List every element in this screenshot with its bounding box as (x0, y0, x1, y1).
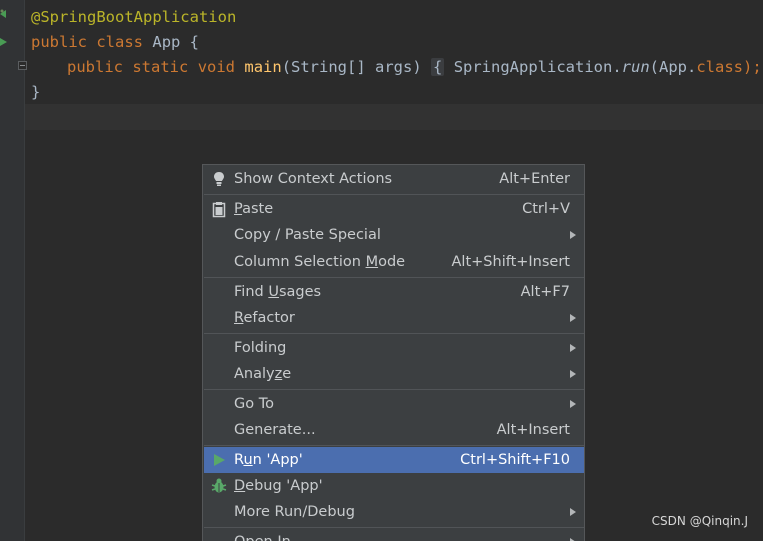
menu-item-generate[interactable]: Generate... Alt+Insert (204, 417, 584, 443)
code-line-closing-brace[interactable]: } (31, 80, 40, 104)
menu-item-analyze[interactable]: Analyze (204, 361, 584, 387)
menu-item-shortcut: Ctrl+Shift+F10 (460, 452, 570, 468)
menu-item-shortcut: Alt+F7 (520, 284, 570, 300)
menu-item-copy-paste-special[interactable]: Copy / Paste Special (204, 222, 584, 248)
menu-item-label: Debug 'App' (234, 478, 323, 494)
menu-item-run-app[interactable]: Run 'App' Ctrl+Shift+F10 (204, 447, 584, 473)
menu-item-label: Folding (234, 340, 287, 356)
ide-editor-window: @SpringBootApplication public class App … (0, 0, 763, 541)
fold-marker-icon[interactable] (18, 61, 27, 70)
submenu-arrow-icon (570, 370, 576, 378)
menu-item-label: Go To (234, 396, 274, 412)
menu-separator (204, 277, 584, 278)
run-icon (214, 454, 225, 466)
menu-item-more-run-debug[interactable]: More Run/Debug (204, 499, 584, 525)
debug-bug-icon (211, 478, 227, 493)
menu-item-label: Find Usages (234, 284, 322, 300)
menu-item-label: Paste (234, 201, 274, 217)
menu-item-label: Show Context Actions (234, 171, 393, 187)
menu-item-column-selection-mode[interactable]: Column Selection Mode Alt+Shift+Insert (204, 249, 584, 275)
menu-separator (204, 445, 584, 446)
run-main-gutter-icon[interactable] (0, 37, 8, 47)
clipboard-icon (212, 202, 226, 218)
menu-item-go-to[interactable]: Go To (204, 391, 584, 417)
menu-item-paste[interactable]: Paste Ctrl+V (204, 196, 584, 222)
menu-item-shortcut: Alt+Enter (499, 171, 570, 187)
menu-item-label: Generate... (234, 422, 316, 438)
menu-item-label: Run 'App' (234, 452, 303, 468)
menu-item-shortcut: Ctrl+V (522, 201, 570, 217)
menu-item-label: More Run/Debug (234, 504, 355, 520)
menu-item-refactor[interactable]: Refactor (204, 305, 584, 331)
menu-separator (204, 389, 584, 390)
menu-item-folding[interactable]: Folding (204, 335, 584, 361)
menu-item-debug-app[interactable]: Debug 'App' (204, 473, 584, 499)
code-line-annotation[interactable]: @SpringBootApplication (31, 5, 236, 29)
editor-context-menu: Show Context Actions Alt+Enter Paste Ctr… (202, 164, 585, 541)
menu-item-label: Analyze (234, 366, 292, 382)
menu-separator (204, 527, 584, 528)
lightbulb-icon (214, 172, 224, 186)
code-line-class-decl[interactable]: public class App { (31, 30, 199, 54)
submenu-arrow-icon (570, 508, 576, 516)
submenu-arrow-icon (570, 400, 576, 408)
menu-item-label: Column Selection Mode (234, 254, 406, 270)
menu-item-show-context-actions[interactable]: Show Context Actions Alt+Enter (204, 166, 584, 192)
menu-item-shortcut: Alt+Shift+Insert (451, 254, 570, 270)
submenu-arrow-icon (570, 231, 576, 239)
menu-item-label: Refactor (234, 310, 295, 326)
current-line-highlight (25, 104, 763, 130)
editor-gutter (0, 0, 25, 541)
menu-item-label: Open In (234, 529, 291, 541)
watermark-text: CSDN @Qinqin.J (651, 514, 748, 528)
menu-item-open-in[interactable]: Open In (204, 529, 584, 541)
menu-item-label: Copy / Paste Special (234, 227, 381, 243)
menu-item-find-usages[interactable]: Find Usages Alt+F7 (204, 279, 584, 305)
submenu-arrow-icon (570, 314, 576, 322)
menu-separator (204, 194, 584, 195)
submenu-arrow-icon (570, 344, 576, 352)
code-line-main-method[interactable]: public static void main(String[] args) {… (67, 55, 763, 79)
menu-separator (204, 333, 584, 334)
run-class-gutter-icon[interactable] (0, 9, 8, 19)
menu-item-shortcut: Alt+Insert (496, 422, 570, 438)
